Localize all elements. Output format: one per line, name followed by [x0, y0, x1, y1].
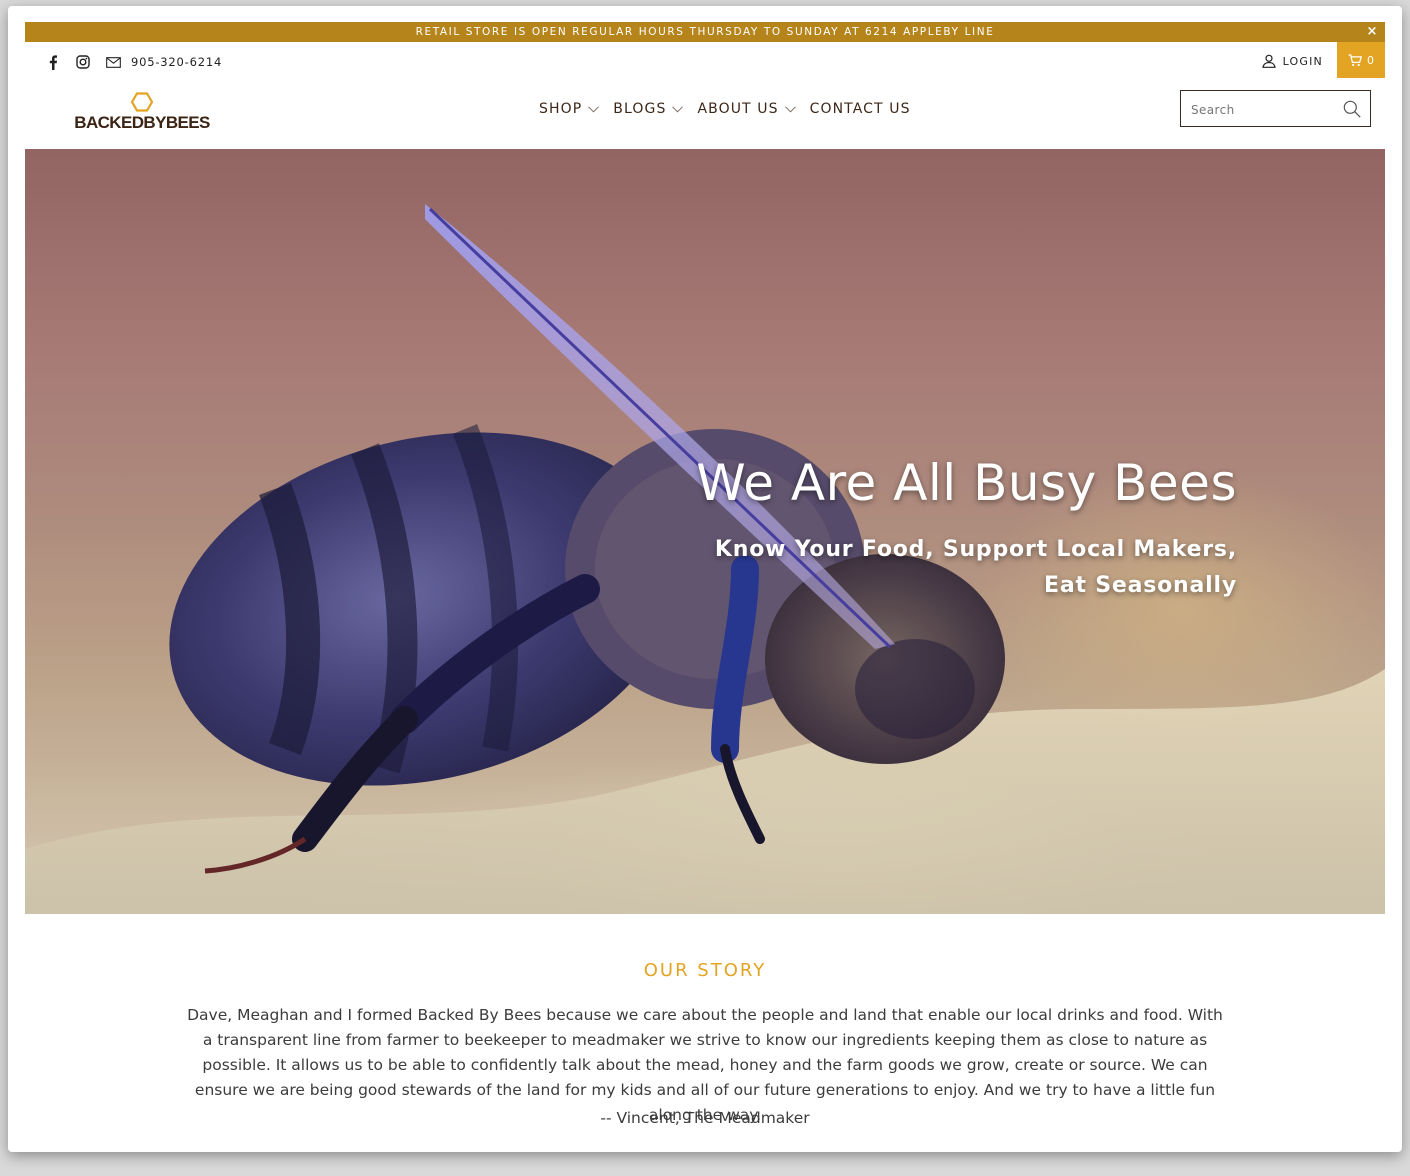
nav-shop[interactable]: SHOP [539, 101, 600, 117]
cart-count: 0 [1367, 53, 1374, 67]
main-nav: SHOP BLOGS ABOUT US CONTACT US [539, 101, 911, 117]
facebook-icon[interactable] [45, 54, 61, 70]
search-icon[interactable] [1343, 100, 1361, 118]
cart-icon [1348, 53, 1362, 66]
story-title: OUR STORY [643, 960, 767, 981]
announcement-text: RETAIL STORE IS OPEN REGULAR HOURS THURS… [415, 26, 995, 38]
nav-contact-us-label: CONTACT US [809, 101, 911, 117]
nav-contact-us[interactable]: CONTACT US [810, 101, 911, 117]
mail-icon[interactable] [105, 54, 121, 70]
hero-banner: We Are All Busy Bees Know Your Food, Sup… [25, 149, 1385, 914]
cart-button[interactable]: 0 [1337, 42, 1385, 78]
phone-number[interactable]: 905-320-6214 [131, 55, 222, 69]
our-story-section: OUR STORY Dave, Meaghan and I formed Bac… [25, 914, 1385, 1130]
site-header: BACKEDBYBEES SHOP BLOGS ABOUT US CONTACT… [25, 80, 1385, 149]
search-input[interactable] [1189, 99, 1343, 121]
story-signature: -- Vincent, The Meadmaker [600, 1109, 810, 1127]
close-announcement-button[interactable]: × [1367, 22, 1380, 42]
user-icon [1261, 54, 1276, 68]
chevron-down-icon [784, 105, 796, 113]
nav-about-us-label: ABOUT US [697, 101, 779, 117]
hero-heading: We Are All Busy Bees [696, 454, 1237, 512]
instagram-icon[interactable] [75, 54, 91, 70]
nav-shop-label: SHOP [539, 101, 583, 117]
announcement-bar: RETAIL STORE IS OPEN REGULAR HOURS THURS… [25, 22, 1385, 42]
nav-blogs-label: BLOGS [613, 101, 667, 117]
chevron-down-icon [588, 105, 600, 113]
login-link[interactable]: LOGIN [1261, 54, 1323, 68]
social-links: 905-320-6214 [45, 54, 222, 70]
logo-text: BACKEDBYBEES [74, 113, 210, 132]
nav-about-us[interactable]: ABOUT US [697, 101, 796, 117]
hexagon-logo-icon [131, 92, 153, 112]
nav-blogs[interactable]: BLOGS [613, 101, 684, 117]
login-label: LOGIN [1282, 54, 1323, 68]
utility-bar: 905-320-6214 LOGIN 0 [25, 42, 1385, 80]
hero-subheading: Know Your Food, Support Local Makers, Ea… [714, 537, 1237, 598]
chevron-down-icon [672, 105, 684, 113]
search-box [1180, 90, 1371, 127]
site-logo[interactable]: BACKEDBYBEES [72, 92, 212, 133]
page: RETAIL STORE IS OPEN REGULAR HOURS THURS… [25, 22, 1385, 1130]
